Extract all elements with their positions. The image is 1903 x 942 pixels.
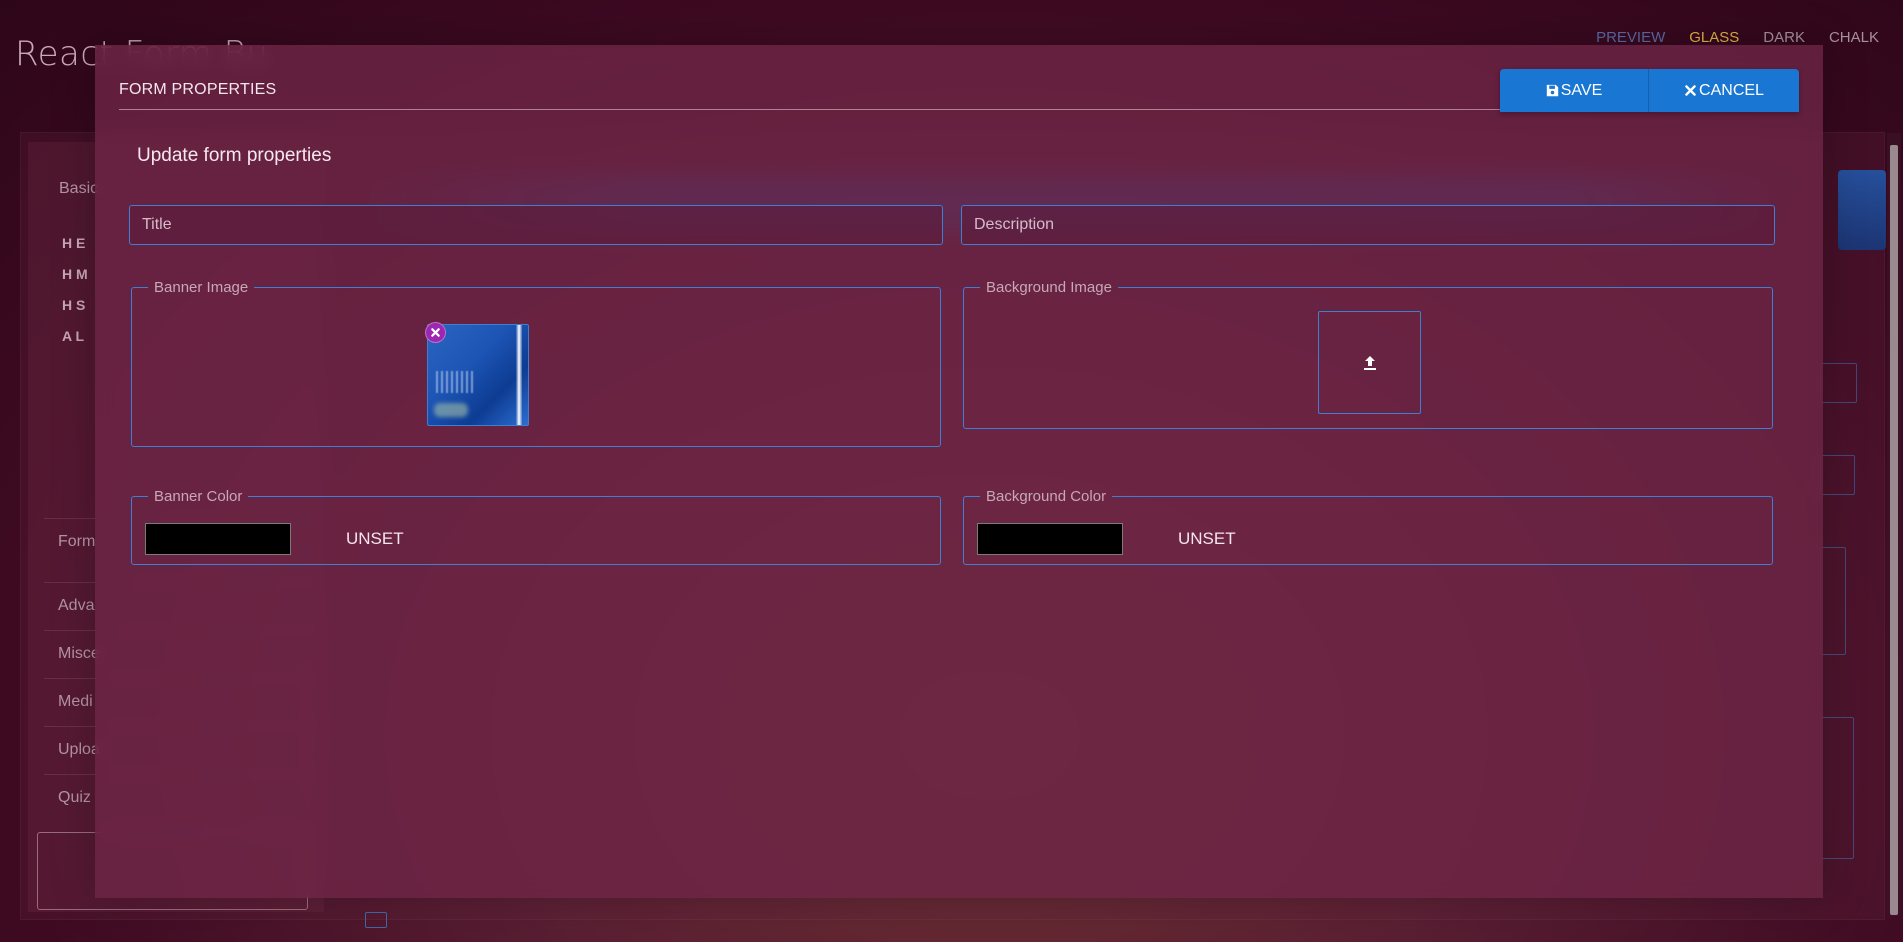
- canvas-field: [1820, 455, 1855, 495]
- upload-icon: [1363, 355, 1376, 370]
- banner-color-group: Banner Color UNSET: [131, 488, 941, 565]
- banner-image-group: Banner Image: [131, 279, 941, 447]
- cancel-button[interactable]: CANCEL: [1649, 69, 1799, 112]
- dialog-title: FORM PROPERTIES: [119, 81, 277, 98]
- theme-dark[interactable]: DARK: [1751, 29, 1817, 46]
- description-input[interactable]: [961, 205, 1775, 245]
- page-scrollbar[interactable]: [1887, 133, 1901, 916]
- sidebar-heading: Basic: [59, 180, 99, 197]
- form-properties-dialog: FORM PROPERTIES SAVE CANCEL Update form …: [95, 45, 1823, 898]
- dialog-actions: SAVE CANCEL: [1500, 69, 1799, 112]
- theme-preview[interactable]: PREVIEW: [1584, 29, 1677, 46]
- dialog-header: FORM PROPERTIES: [119, 45, 1599, 110]
- canvas-field: [1820, 363, 1857, 403]
- close-icon: [431, 328, 440, 337]
- canvas-field: [1820, 717, 1854, 859]
- title-input[interactable]: [129, 205, 943, 245]
- background-image-upload-button[interactable]: [1318, 311, 1421, 414]
- tool-item[interactable]: H S: [62, 297, 85, 313]
- theme-glass[interactable]: GLASS: [1677, 29, 1751, 46]
- background-color-swatch[interactable]: [977, 523, 1123, 555]
- background-image-label: Background Image: [986, 279, 1112, 296]
- save-label: SAVE: [1560, 81, 1603, 99]
- dialog-subtitle: Update form properties: [137, 145, 332, 166]
- scrollbar-thumb[interactable]: [1890, 145, 1898, 915]
- canvas-image-thumb: [1838, 170, 1886, 250]
- banner-color-swatch[interactable]: [145, 523, 291, 555]
- floppy-disk-icon: [1546, 84, 1558, 97]
- thumbnail-detail: [516, 325, 522, 425]
- banner-color-label: Banner Color: [154, 488, 243, 505]
- cancel-label: CANCEL: [1699, 81, 1764, 99]
- banner-image-label: Banner Image: [154, 279, 249, 296]
- save-button[interactable]: SAVE: [1500, 69, 1649, 112]
- thumbnail-detail: [434, 403, 468, 417]
- tool-item[interactable]: A L: [62, 328, 84, 344]
- theme-chalk[interactable]: CHALK: [1817, 29, 1891, 46]
- banner-color-unset-button[interactable]: UNSET: [340, 522, 410, 556]
- background-color-label: Background Color: [986, 488, 1107, 505]
- background-image-group: Background Image: [963, 279, 1773, 429]
- thumbnail-detail: [436, 371, 476, 393]
- background-color-unset-button[interactable]: UNSET: [1172, 522, 1242, 556]
- theme-switcher: PREVIEW GLASS DARK CHALK: [1584, 29, 1891, 46]
- background-color-group: Background Color UNSET: [963, 488, 1773, 565]
- remove-banner-image-button[interactable]: [425, 322, 446, 343]
- tool-item[interactable]: H E: [62, 235, 85, 251]
- canvas-field: [1820, 547, 1846, 655]
- tool-item[interactable]: H M: [62, 266, 88, 282]
- x-icon: [1685, 85, 1696, 96]
- canvas-checkbox: [365, 912, 387, 928]
